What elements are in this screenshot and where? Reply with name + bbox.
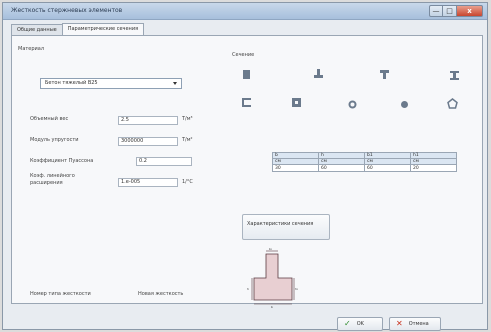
- box-section-icon: [292, 98, 301, 107]
- window-controls: — □ x: [429, 5, 483, 17]
- section-shape: [253, 253, 293, 301]
- cancel-label: Отмена: [408, 321, 429, 327]
- inverted-tee-section-icon: [380, 70, 389, 79]
- section-characteristics-button[interactable]: Характеристики сечения: [242, 214, 330, 240]
- polygon-section-icon: [447, 98, 458, 109]
- tab-general[interactable]: Общие данные: [11, 24, 63, 35]
- expansion-unit: 1/°C: [182, 179, 193, 185]
- tee-section-icon: [314, 69, 323, 78]
- dim-label-b1: b₁: [269, 248, 273, 251]
- section-type-button[interactable]: [312, 67, 325, 80]
- stiffness-dialog: Жесткость стержневых элементов — □ x Общ…: [2, 2, 488, 331]
- channel-section-icon: [242, 98, 251, 107]
- poisson-label: Коэффициент Пуассона: [30, 158, 94, 164]
- value-cell[interactable]: 20: [410, 164, 457, 172]
- chevron-down-icon: [173, 82, 177, 85]
- tab-panel: Материал Бетон тяжелый B25 Объемный вес …: [11, 35, 483, 309]
- section-params-table: b h b1 h1 см см см см 30 60 60 20: [272, 152, 457, 172]
- i-beam-section-icon: [450, 71, 459, 80]
- material-group-label: Материал: [18, 46, 45, 52]
- cancel-button[interactable]: ✕ Отмена: [389, 317, 441, 331]
- weight-label: Объемный вес: [30, 116, 69, 122]
- dim-label-h1: h₁: [295, 287, 299, 291]
- maximize-button[interactable]: □: [443, 5, 457, 17]
- dim-label-b: b: [271, 305, 273, 309]
- modulus-input[interactable]: 3000000: [118, 137, 178, 146]
- material-select-value: Бетон тяжелый B25: [45, 80, 98, 86]
- ok-button[interactable]: ✓ OK: [337, 317, 383, 331]
- expansion-label-line2: расширения: [30, 180, 63, 186]
- section-type-button[interactable]: [446, 97, 459, 110]
- ring-section-icon: [348, 100, 357, 109]
- tab-strip: Общие данные Параметрические сечения: [11, 23, 145, 35]
- section-type-button[interactable]: [378, 68, 391, 81]
- section-type-button[interactable]: [290, 96, 303, 109]
- section-type-button[interactable]: [346, 98, 359, 111]
- cross-icon: ✕: [396, 319, 403, 328]
- stiffness-number-label: Номер типа жесткости: [30, 291, 91, 297]
- material-select[interactable]: Бетон тяжелый B25: [40, 78, 182, 89]
- solid-circle-icon: [401, 101, 408, 108]
- section-type-button[interactable]: [448, 69, 461, 82]
- modulus-label: Модуль упругости: [30, 137, 79, 143]
- close-button[interactable]: x: [457, 5, 483, 17]
- checkmark-icon: ✓: [344, 319, 351, 328]
- value-cell[interactable]: 60: [318, 164, 365, 172]
- minimize-button[interactable]: —: [429, 5, 443, 17]
- new-stiffness-label: Новая жесткость: [138, 291, 184, 297]
- value-cell[interactable]: 30: [272, 164, 319, 172]
- title-bar[interactable]: Жесткость стержневых элементов — □ x: [3, 3, 487, 20]
- expansion-input[interactable]: 1.e-005: [118, 178, 178, 187]
- section-type-button[interactable]: [240, 68, 253, 81]
- value-cell[interactable]: 60: [364, 164, 411, 172]
- weight-unit: T/м³: [182, 116, 193, 122]
- ok-label: OK: [356, 321, 364, 327]
- dim-label-h: h: [247, 287, 249, 291]
- section-group-label: Сечение: [232, 52, 255, 58]
- solid-rectangle-icon: [243, 70, 250, 79]
- section-type-button[interactable]: [398, 98, 411, 111]
- weight-input[interactable]: 2.5: [118, 116, 178, 125]
- tab-parametric-sections[interactable]: Параметрические сечения: [61, 23, 145, 35]
- poisson-input[interactable]: 0.2: [136, 157, 192, 166]
- expansion-label-line1: Коэф. линейного: [30, 173, 75, 179]
- section-preview: b₁ h b h₁: [247, 248, 299, 309]
- modulus-unit: T/м²: [182, 137, 193, 143]
- section-type-button[interactable]: [240, 96, 253, 109]
- table-values-row: 30 60 60 20: [272, 164, 457, 172]
- window-title: Жесткость стержневых элементов: [11, 7, 123, 14]
